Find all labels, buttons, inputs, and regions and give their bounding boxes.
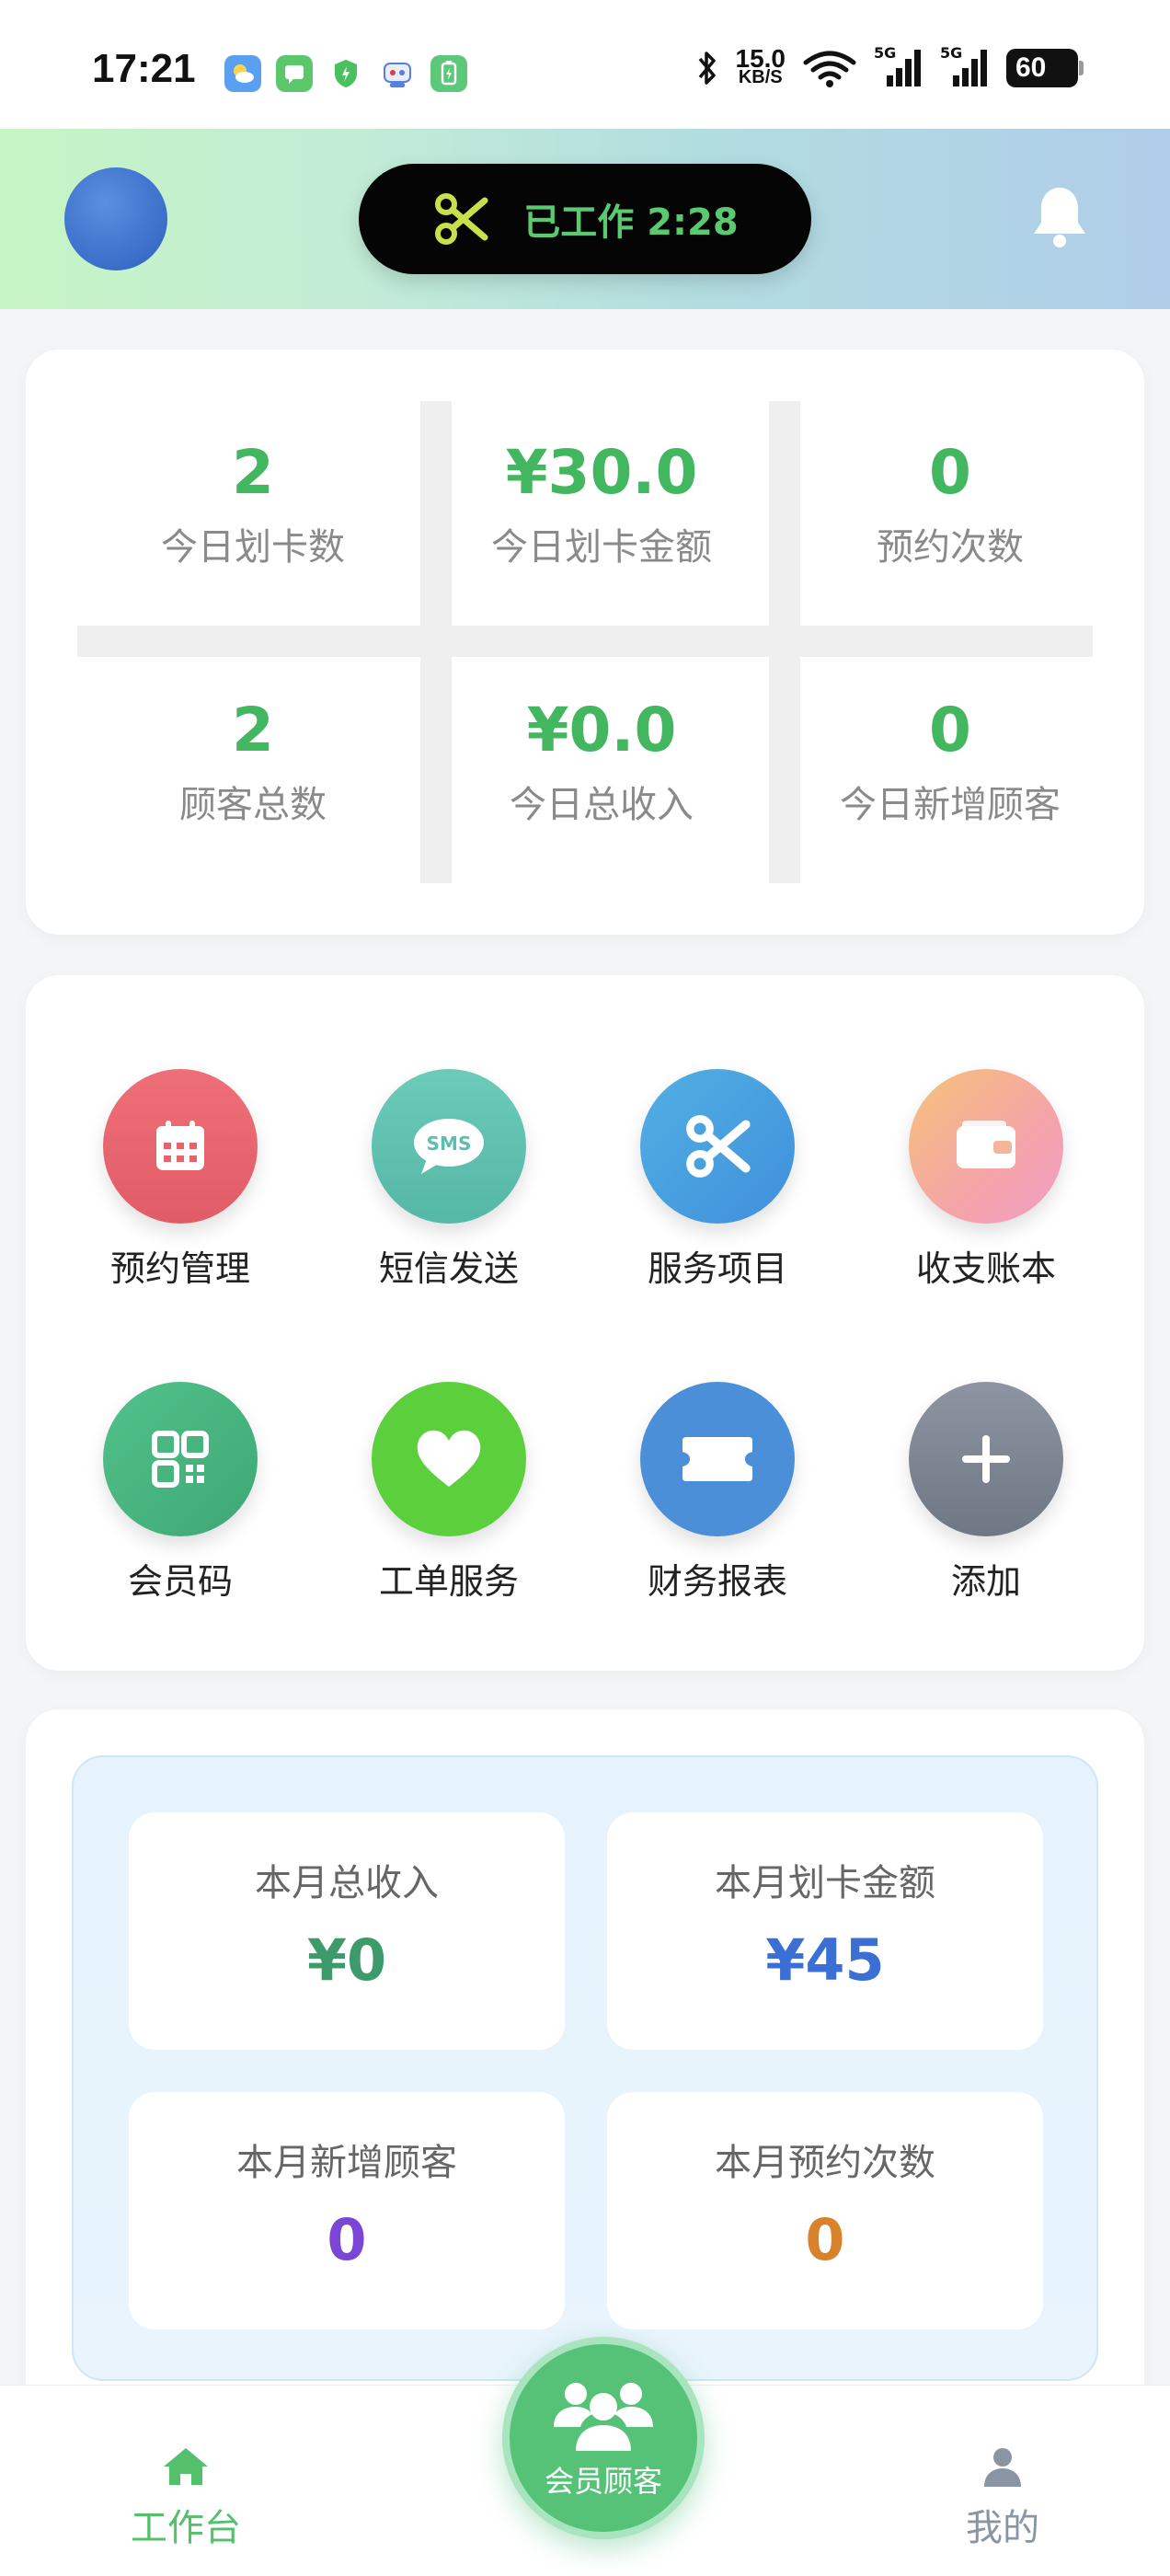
heart-icon	[372, 1382, 526, 1536]
menu-work-order[interactable]: 工单服务	[329, 1382, 568, 1604]
nav-members-fab[interactable]: 会员顾客	[502, 2337, 705, 2539]
battery-level: 60	[1015, 52, 1047, 83]
month-stat-value: 0	[327, 2206, 367, 2273]
menu-financial-reports[interactable]: 财务报表	[598, 1382, 837, 1604]
wallet-icon	[909, 1069, 1063, 1224]
month-stat-label: 本月新增顾客	[236, 2142, 457, 2184]
month-stats-card: 本月总收入 ¥0 本月划卡金额 ¥45 本月新增顾客 0 本月预约次数 0	[26, 1709, 1144, 2445]
menu-label: 会员码	[127, 1561, 233, 1602]
month-stat-value: ¥0	[306, 1926, 387, 1994]
menu-label: 工单服务	[378, 1561, 519, 1602]
sms-icon: SMS	[372, 1069, 526, 1224]
battery-saver-app-icon	[430, 55, 467, 92]
menu-ledger[interactable]: 收支账本	[866, 1069, 1106, 1291]
stat-value: 2	[232, 695, 274, 765]
stat-value: 0	[929, 437, 971, 508]
group-users-icon	[554, 2383, 653, 2451]
grid-divider	[77, 626, 1093, 657]
robot-app-icon	[379, 55, 416, 92]
cellular-signal-1: 5G	[874, 44, 923, 88]
security-shield-icon	[327, 55, 364, 92]
stat-label: 今日划卡数	[161, 526, 345, 569]
home-icon	[164, 2448, 208, 2485]
month-appointment-count-tile[interactable]: 本月预约次数 0	[607, 2092, 1043, 2329]
month-new-customers-tile[interactable]: 本月新增顾客 0	[129, 2092, 565, 2329]
stat-today-income[interactable]: ¥0.0 今日总收入	[442, 694, 761, 828]
month-stat-value: ¥45	[765, 1926, 885, 1994]
scissors-icon	[640, 1069, 795, 1224]
qr-code-icon	[103, 1382, 258, 1536]
nav-label: 工作台	[131, 2507, 241, 2549]
stat-today-swipe-amount[interactable]: ¥30.0 今日划卡金额	[442, 436, 761, 570]
battery-indicator: 60	[1006, 49, 1084, 87]
month-stat-value: 0	[805, 2206, 845, 2273]
stat-label: 今日总收入	[510, 784, 694, 826]
network-speed-unit: KB/S	[738, 67, 783, 87]
menu-add[interactable]: 添加	[866, 1382, 1106, 1604]
status-bar: 17:21 15.0 KB/S 5G 5G 60	[0, 0, 1170, 129]
today-stats-grid: 2 今日划卡数 ¥30.0 今日划卡金额 0 预约次数 2 顾客总数 ¥0.0 …	[77, 401, 1093, 883]
menu-label: 服务项目	[647, 1248, 787, 1289]
sms-icon-text: SMS	[427, 1133, 472, 1155]
bell-icon[interactable]	[1023, 180, 1096, 254]
status-app-icons	[224, 55, 467, 92]
menu-label: 短信发送	[378, 1248, 519, 1289]
month-stats-panel: 本月总收入 ¥0 本月划卡金额 ¥45 本月新增顾客 0 本月预约次数 0	[72, 1755, 1098, 2381]
menu-member-code[interactable]: 会员码	[61, 1382, 300, 1604]
status-indicators: 15.0 KB/S 5G 5G 60	[695, 44, 1084, 88]
fab-label: 会员顾客	[544, 2464, 662, 2499]
bluetooth-icon	[698, 52, 716, 85]
menu-label: 收支账本	[915, 1248, 1056, 1289]
messages-app-icon	[276, 55, 313, 92]
cellular-signal-2: 5G	[940, 44, 990, 88]
stat-value: ¥30.0	[505, 437, 698, 508]
header: 已工作 2:28	[0, 129, 1170, 309]
signal-bars-icon	[953, 50, 987, 86]
month-swipe-amount-tile[interactable]: 本月划卡金额 ¥45	[607, 1812, 1043, 2050]
stat-appointment-count[interactable]: 0 预约次数	[791, 436, 1109, 570]
month-stat-label: 本月总收入	[255, 1862, 439, 1904]
stat-value: 0	[929, 695, 971, 765]
nav-label: 我的	[966, 2507, 1039, 2549]
user-icon	[984, 2448, 1021, 2487]
status-time: 17:21	[92, 46, 196, 91]
weather-app-icon	[224, 55, 261, 92]
work-timer-pill[interactable]: 已工作 2:28	[359, 164, 811, 274]
wifi-icon	[803, 51, 856, 87]
stat-value: ¥0.0	[526, 695, 677, 765]
nav-workbench[interactable]: 工作台	[94, 2444, 278, 2551]
signal-bars-icon	[887, 50, 921, 86]
nav-mine[interactable]: 我的	[911, 2444, 1095, 2551]
menu-label: 财务报表	[647, 1561, 787, 1602]
plus-icon	[909, 1382, 1063, 1536]
today-stats-card: 2 今日划卡数 ¥30.0 今日划卡金额 0 预约次数 2 顾客总数 ¥0.0 …	[26, 350, 1144, 935]
menu-label: 预约管理	[109, 1248, 250, 1289]
menu-service-items[interactable]: 服务项目	[598, 1069, 837, 1291]
menu-label: 添加	[950, 1561, 1021, 1602]
scissors-icon	[435, 193, 488, 245]
work-status-label: 已工作 2:28	[523, 201, 739, 244]
avatar[interactable]	[64, 167, 167, 270]
stat-label: 预约次数	[877, 526, 1024, 569]
quick-menu-card: 预约管理 SMS 短信发送 服务项目 收支账本 会员码 工单服务 财务报表 添加	[26, 975, 1144, 1671]
stat-today-swipe-count[interactable]: 2 今日划卡数	[94, 436, 412, 570]
ticket-icon	[640, 1382, 795, 1536]
menu-appointment-management[interactable]: 预约管理	[61, 1069, 300, 1291]
month-stat-label: 本月预约次数	[715, 2142, 935, 2184]
stat-value: 2	[232, 437, 274, 508]
month-total-income-tile[interactable]: 本月总收入 ¥0	[129, 1812, 565, 2050]
calendar-icon	[103, 1069, 258, 1224]
network-speed-value: 15.0	[735, 44, 786, 73]
stat-label: 今日划卡金额	[491, 526, 712, 569]
network-speed: 15.0 KB/S	[735, 44, 786, 87]
month-stat-label: 本月划卡金额	[715, 1862, 935, 1904]
stat-today-new-customers[interactable]: 0 今日新增顾客	[791, 694, 1109, 828]
stat-total-customers[interactable]: 2 顾客总数	[94, 694, 412, 828]
stat-label: 今日新增顾客	[840, 784, 1061, 826]
stat-label: 顾客总数	[179, 784, 327, 826]
menu-sms-send[interactable]: SMS 短信发送	[329, 1069, 568, 1291]
